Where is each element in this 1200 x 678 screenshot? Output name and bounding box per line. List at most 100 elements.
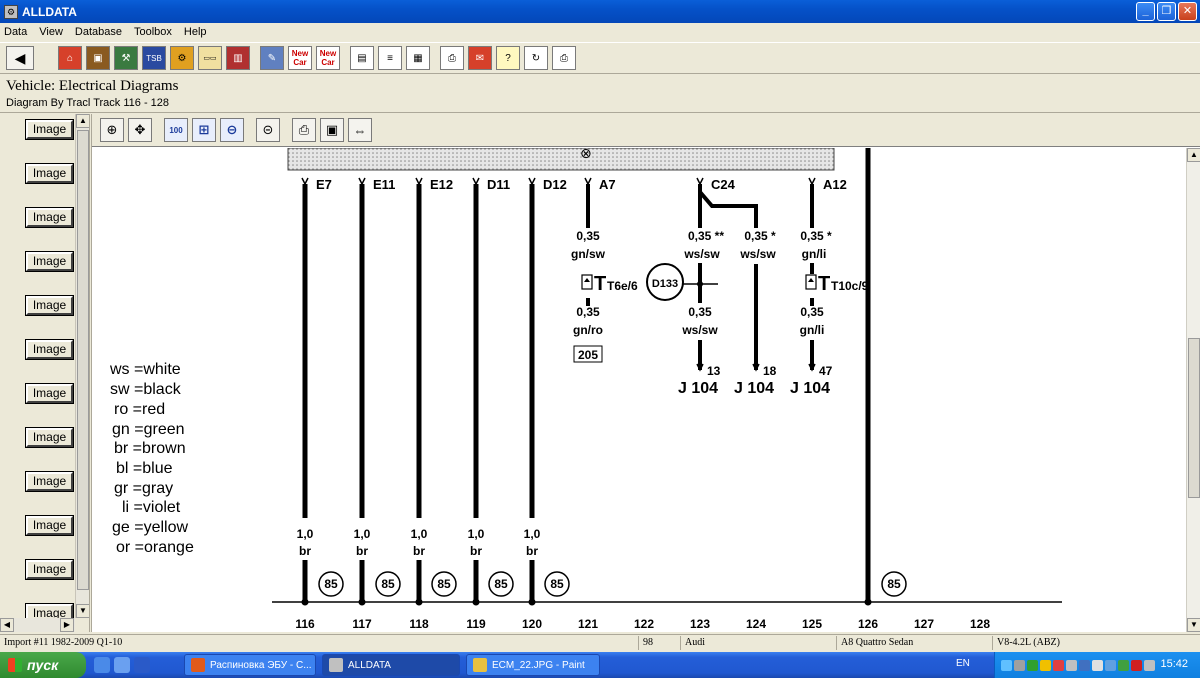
camera-fit-icon[interactable]: ⇔: [348, 118, 372, 142]
alert-icon[interactable]: [1053, 659, 1064, 671]
network-icon[interactable]: [1001, 659, 1012, 671]
help-icon[interactable]: ?: [496, 46, 520, 70]
ground-spec-117-size: 1,0: [354, 527, 371, 541]
print-icon[interactable]: ⎙: [440, 46, 464, 70]
tsb-icon[interactable]: TSB: [142, 46, 166, 70]
parts-icon[interactable]: ▭▭: [198, 46, 222, 70]
quick-launch: [94, 657, 150, 673]
image-button-11[interactable]: Image: [25, 559, 74, 580]
antivirus-icon[interactable]: [1027, 659, 1038, 671]
magnify-icon[interactable]: ⊝: [256, 118, 280, 142]
keyboard-layout-icon[interactable]: [1131, 659, 1142, 671]
camera-icon[interactable]: ▦: [406, 46, 430, 70]
image-button-9[interactable]: Image: [25, 471, 74, 492]
back-button[interactable]: ◀: [6, 46, 34, 70]
desktop-icon[interactable]: [114, 657, 130, 673]
image-button-4[interactable]: Image: [25, 251, 74, 272]
ground-85-118: 85: [437, 577, 451, 591]
track-126: 126: [858, 617, 878, 631]
new-car-button[interactable]: New Car: [288, 46, 312, 70]
tools-icon[interactable]: ✎: [260, 46, 284, 70]
scroll-down-icon[interactable]: ▼: [1187, 618, 1200, 632]
track-119: 119: [466, 617, 486, 631]
update-icon[interactable]: [1040, 659, 1051, 671]
power-icon[interactable]: [1092, 659, 1103, 671]
control-module-housing: [287, 148, 835, 171]
image-button-2[interactable]: Image: [25, 163, 74, 184]
menu-database[interactable]: Database: [75, 26, 122, 38]
components-icon[interactable]: ⚒: [114, 46, 138, 70]
windows-explorer-icon[interactable]: [134, 657, 150, 673]
status-number: 98: [638, 636, 680, 650]
image-button-8[interactable]: Image: [25, 427, 74, 448]
ground-85-117: 85: [381, 577, 395, 591]
text-view-icon[interactable]: ≡: [378, 46, 402, 70]
language-indicator[interactable]: EN: [956, 658, 970, 669]
note-icon[interactable]: ✉: [468, 46, 492, 70]
image-list-hscrollbar[interactable]: ◀ ▶: [0, 618, 75, 632]
home-icon[interactable]: ⌂: [58, 46, 82, 70]
split-view-icon[interactable]: ▤: [350, 46, 374, 70]
pan-icon[interactable]: ✥: [128, 118, 152, 142]
task-opera-label: Распиновка ЭБУ - С...: [210, 659, 312, 671]
recycle-icon[interactable]: [1118, 659, 1129, 671]
image-list-panel: Image Image Image Image Image Image Imag…: [0, 114, 90, 632]
ie-icon[interactable]: [94, 657, 110, 673]
zoom-100-button[interactable]: 100: [164, 118, 188, 142]
folder-icon[interactable]: ▣: [86, 46, 110, 70]
legend-bl: bl =blue: [116, 460, 173, 477]
task-paint[interactable]: ECM_22.JPG - Paint: [466, 654, 600, 676]
new-car-alt-button[interactable]: New Car: [316, 46, 340, 70]
diagnostics-icon[interactable]: ⚙: [170, 46, 194, 70]
spec-c24b-size: 0,35 *: [744, 229, 776, 243]
track-123: 123: [690, 617, 710, 631]
menu-help[interactable]: Help: [184, 26, 207, 38]
maximize-button[interactable]: ❐: [1157, 2, 1176, 21]
task-alldata[interactable]: ALLDATA: [322, 654, 460, 676]
zoom-out-icon[interactable]: ⊖: [220, 118, 244, 142]
display-icon[interactable]: [1105, 659, 1116, 671]
wiring-diagram-canvas[interactable]: ⊗ E7 E11 E12 D11 D12 A7 C24 A12 0,35 gn/…: [92, 148, 1186, 632]
volume-icon[interactable]: [1066, 659, 1077, 671]
scroll-up-icon[interactable]: ▲: [1187, 148, 1200, 162]
camera-icon[interactable]: ▣: [320, 118, 344, 142]
image-button-1[interactable]: Image: [25, 119, 74, 140]
image-button-5[interactable]: Image: [25, 295, 74, 316]
diagram-scrollbar[interactable]: ▲ ▼: [1186, 148, 1200, 632]
minimize-button[interactable]: _: [1136, 2, 1155, 21]
scroll-up-icon[interactable]: ▲: [76, 114, 89, 128]
print-icon[interactable]: ⎙: [292, 118, 316, 142]
menu-view[interactable]: View: [39, 26, 63, 38]
spec-a7-lower-size: 0,35: [576, 305, 600, 319]
speaker-icon[interactable]: [1144, 659, 1155, 671]
connector-e7: E7: [316, 177, 332, 192]
image-button-12[interactable]: Image: [25, 603, 74, 618]
image-button-10[interactable]: Image: [25, 515, 74, 536]
image-button-6[interactable]: Image: [25, 339, 74, 360]
image-list-scrollbar[interactable]: ▲ ▼: [75, 114, 89, 618]
zoom-in-icon[interactable]: ⊕: [100, 118, 124, 142]
connector-c24: C24: [711, 177, 736, 192]
scroll-down-icon[interactable]: ▼: [76, 604, 89, 618]
start-button[interactable]: пуск: [0, 652, 86, 678]
printer-alt-icon[interactable]: ⎙: [552, 46, 576, 70]
close-button[interactable]: ✕: [1178, 2, 1197, 21]
scroll-right-icon[interactable]: ▶: [60, 618, 74, 632]
scroll-left-icon[interactable]: ◀: [0, 618, 14, 632]
image-button-7[interactable]: Image: [25, 383, 74, 404]
scroll-thumb[interactable]: [77, 130, 89, 590]
menu-data[interactable]: Data: [4, 26, 27, 38]
system-clock[interactable]: 15:42: [1160, 658, 1188, 670]
usb-icon[interactable]: [1014, 659, 1025, 671]
paint-icon: [473, 658, 487, 672]
menu-toolbox[interactable]: Toolbox: [134, 26, 172, 38]
track-120: 120: [522, 617, 542, 631]
legend-gn: gn =green: [112, 421, 185, 438]
bluetooth-icon[interactable]: [1079, 659, 1090, 671]
diagram-scroll-thumb[interactable]: [1188, 338, 1200, 498]
zoom-fit-icon[interactable]: ⊞: [192, 118, 216, 142]
image-button-3[interactable]: Image: [25, 207, 74, 228]
task-opera[interactable]: Распиновка ЭБУ - С...: [184, 654, 316, 676]
refresh-icon[interactable]: ↻: [524, 46, 548, 70]
manual-icon[interactable]: ▥: [226, 46, 250, 70]
